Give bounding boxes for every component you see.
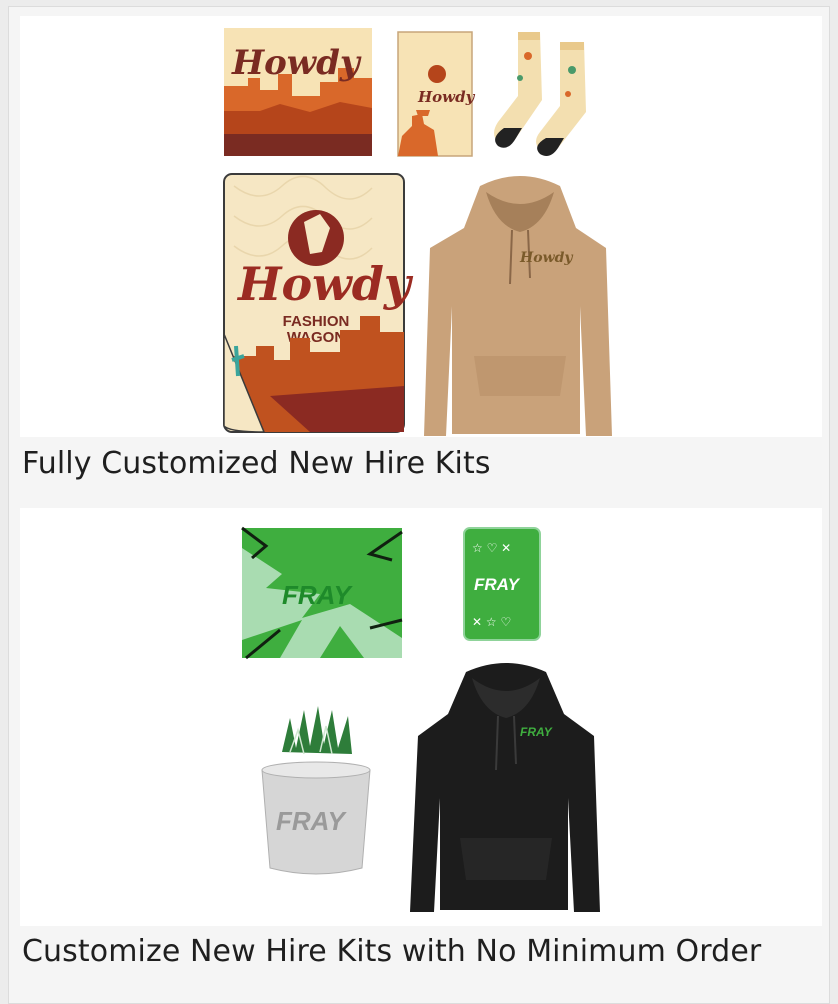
howdy-hoodie: Howdy bbox=[424, 176, 612, 436]
howdy-blanket: Howdy FASHION WAGON bbox=[223, 173, 414, 433]
howdy-blanket-word: Howdy bbox=[236, 257, 414, 311]
fray-hoodie-word: FRAY bbox=[520, 725, 553, 739]
fray-kit-image[interactable]: FRAY FRAY ☆ ♡ ✕ ✕ ☆ ♡ FRAY FRAY bbox=[20, 508, 822, 926]
card-star-icon: ☆ ♡ ✕ bbox=[472, 541, 511, 555]
fray-hoodie: FRAY bbox=[410, 663, 600, 912]
fray-kit-illustration: FRAY FRAY ☆ ♡ ✕ ✕ ☆ ♡ FRAY FRAY bbox=[241, 526, 600, 912]
howdy-kit-illustration: Howdy Howdy Howdy FASHION WAGON Howdy bbox=[223, 28, 612, 436]
fray-planter: FRAY bbox=[261, 706, 371, 875]
howdy-notebook: Howdy bbox=[224, 28, 372, 156]
blanket-subtitle-1: FASHION bbox=[283, 313, 350, 330]
fray-notebook-word: FRAY bbox=[282, 580, 354, 610]
howdy-card-word: Howdy bbox=[417, 88, 476, 106]
fray-notebook: FRAY bbox=[241, 526, 403, 660]
howdy-card: Howdy bbox=[397, 31, 476, 157]
fray-card: FRAY ☆ ♡ ✕ ✕ ☆ ♡ bbox=[463, 527, 541, 641]
card-heart-icon: ✕ ☆ ♡ bbox=[472, 615, 511, 629]
fray-card-word: FRAY bbox=[474, 575, 521, 594]
card-caption-2[interactable]: Customize New Hire Kits with No Minimum … bbox=[22, 934, 761, 969]
card-caption-1[interactable]: Fully Customized New Hire Kits bbox=[22, 446, 491, 481]
howdy-hoodie-word: Howdy bbox=[519, 250, 573, 266]
fray-planter-word: FRAY bbox=[276, 806, 348, 836]
howdy-notebook-word: Howdy bbox=[231, 43, 362, 83]
howdy-kit-image[interactable]: Howdy Howdy Howdy FASHION WAGON Howdy bbox=[20, 16, 822, 437]
howdy-socks bbox=[494, 32, 586, 156]
